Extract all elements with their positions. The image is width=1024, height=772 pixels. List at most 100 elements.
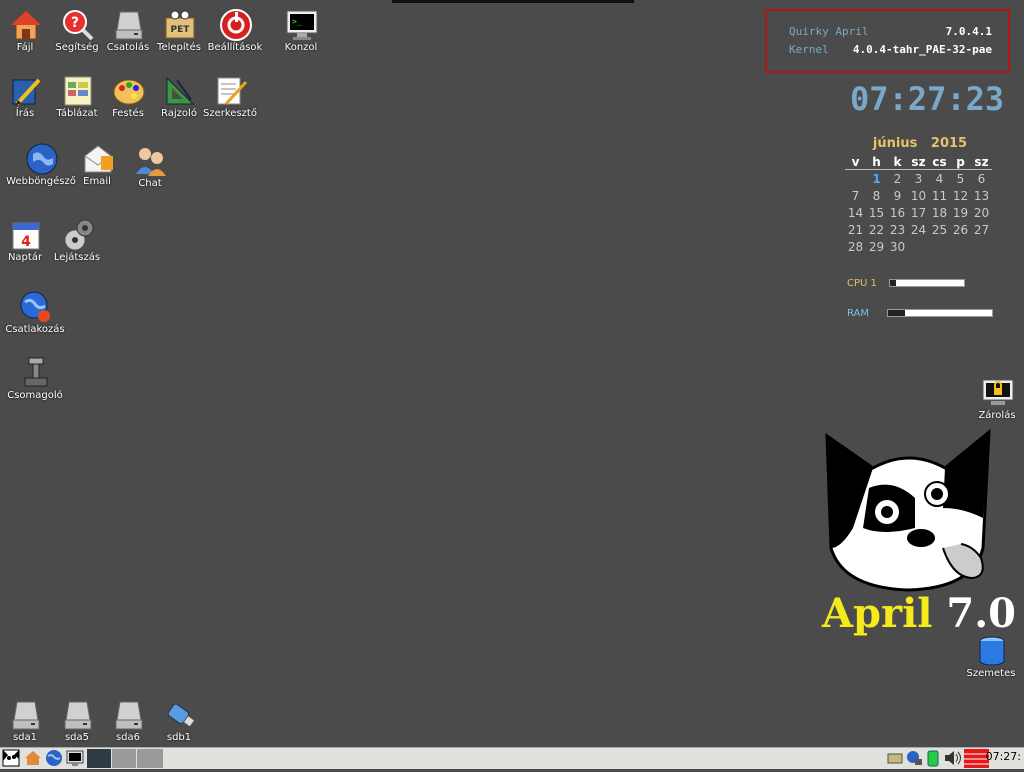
calendar-day: 7	[851, 188, 860, 203]
trash-icon	[979, 636, 1005, 666]
calendar-week: 7 8 9 10 11 12 13	[845, 187, 992, 204]
desktop-icon-chat[interactable]: Chat	[118, 140, 182, 196]
calendar-day: 20	[973, 205, 990, 220]
calendar-day	[971, 238, 992, 255]
tray-storage-icon[interactable]	[925, 749, 941, 768]
calendar-day: 6	[977, 171, 986, 186]
kernel-version: 4.0.4-tahr_PAE-32-pae	[852, 43, 992, 56]
workspace-2[interactable]	[112, 749, 136, 768]
desktop-icon-csatlakozas[interactable]: Csatlakozás	[3, 286, 67, 342]
calendar-week: 21 22 23 24 25 26 27	[845, 221, 992, 238]
calendar-weekday: h	[866, 154, 887, 170]
calendar-day: 23	[889, 222, 906, 237]
calendar-day: 30	[889, 239, 906, 254]
desktop-icon-szemetes[interactable]: Szemetes	[959, 630, 1023, 686]
terminal-icon	[66, 750, 84, 766]
svg-text:?: ?	[71, 15, 79, 31]
logo-title: April 7.0	[822, 590, 1016, 637]
lock-screen-icon	[982, 379, 1014, 405]
tray-network-icon[interactable]	[905, 749, 923, 768]
calendar-day: 17	[910, 205, 927, 220]
desktop-icon-beallitasok[interactable]: Beállítások	[203, 4, 267, 60]
svg-text:>_: >_	[292, 17, 302, 26]
desktop-icon-csomagolo[interactable]: Csomagoló	[3, 352, 67, 408]
desktop-icon-sdb1[interactable]: sdb1	[147, 694, 211, 750]
calendar-day: 9	[893, 188, 902, 203]
calendar-weekday: sz	[971, 154, 992, 170]
calendar-day: 26	[952, 222, 969, 237]
workspace-3[interactable]	[137, 749, 163, 768]
desktop-clock: 07:27:23	[850, 80, 1005, 118]
taskbar-browser-launcher[interactable]	[45, 749, 63, 768]
drive-icon	[12, 701, 40, 730]
speaker-icon	[945, 751, 961, 765]
desktop-icon-lejatszas[interactable]: Lejátszás	[45, 214, 109, 270]
taskbar: 07:27:	[0, 747, 1024, 769]
calendar-week: 28 29 30	[845, 238, 992, 255]
desktop-icon-label: Chat	[138, 178, 162, 189]
tray-volume-icon[interactable]	[943, 749, 963, 768]
desktop-icon-konzol[interactable]: >_ Konzol	[269, 4, 333, 60]
calendar-widget: június 2015 v h k sz cs p sz 1 2 3 4 5 6 7 8 9 10 11 12 13…	[845, 136, 995, 255]
paint-palette-icon	[113, 79, 145, 105]
desktop-icon-label: sdb1	[166, 732, 192, 743]
calendar-day: 29	[868, 239, 885, 254]
calendar-day	[950, 238, 971, 255]
distro-version: 7.0.4.1	[945, 25, 992, 38]
taskbar-home-launcher[interactable]	[24, 749, 42, 768]
calendar-day: 1	[872, 171, 881, 186]
taskbar-terminal-launcher[interactable]	[66, 749, 84, 768]
terminal-icon: >_	[286, 10, 318, 40]
workspace-1[interactable]	[87, 749, 111, 768]
drive-icon	[115, 11, 143, 40]
system-info-box: Quirky April 7.0.4.1 Kernel 4.0.4-tahr_P…	[765, 9, 1010, 73]
settings-icon	[220, 9, 252, 41]
desktop-icon-zarolas[interactable]: Zárolás	[965, 372, 1024, 428]
puppy-menu-icon	[2, 749, 20, 767]
desktop-icon-szerkeszto[interactable]: Szerkesztő	[198, 70, 262, 126]
globe-icon	[46, 750, 62, 766]
desktop-icon-label: Szemetes	[966, 668, 1016, 679]
globe-icon	[26, 143, 58, 175]
calendar-day: 16	[889, 205, 906, 220]
text-editor-icon	[217, 77, 248, 106]
tray-card-icon[interactable]	[886, 749, 904, 768]
draw-icon	[166, 76, 195, 105]
calendar-day: 15	[868, 205, 885, 220]
logo-brand: April	[822, 590, 933, 637]
help-magnifier-icon: ?	[63, 10, 94, 41]
calendar-day	[929, 238, 950, 255]
tray-card-icon	[887, 753, 903, 764]
ram-bar-fill	[888, 310, 905, 316]
taskbar-clock[interactable]: 07:27:	[986, 750, 1021, 763]
calendar-day: 4	[935, 171, 944, 186]
cpu-meter: CPU 1	[847, 278, 967, 290]
desktop-icon-label: Konzol	[284, 42, 318, 53]
drive-icon	[64, 701, 92, 730]
menu-button[interactable]	[2, 749, 20, 768]
ram-meter: RAM	[847, 308, 995, 320]
calendar-day: 13	[973, 188, 990, 203]
package-manager-icon	[24, 357, 48, 387]
calendar-day: 28	[847, 239, 864, 254]
logo-version: 7.0	[946, 590, 1016, 637]
calendar-day: 18	[931, 205, 948, 220]
home-icon	[10, 10, 42, 40]
desktop-icon-label: Zárolás	[978, 410, 1016, 421]
cpu-bar	[889, 279, 965, 287]
top-window-edge	[392, 0, 634, 3]
calendar-day: 19	[952, 205, 969, 220]
calendar-day: 12	[952, 188, 969, 203]
desktop-icon-label: Szerkesztő	[203, 108, 257, 119]
usb-drive-icon	[167, 703, 196, 728]
calendar-week: 123456	[845, 170, 992, 188]
calendar-day: 21	[847, 222, 864, 237]
desktop-icon-label: Lejátszás	[53, 252, 101, 263]
chat-icon	[136, 148, 166, 176]
spreadsheet-icon	[64, 76, 92, 106]
calendar-day: 5	[956, 171, 965, 186]
calendar-day	[908, 238, 929, 255]
desktop-icon-label: Csomagoló	[7, 390, 63, 401]
desktop-icon-label: Csatlakozás	[5, 324, 65, 335]
network-connect-icon	[20, 291, 50, 322]
